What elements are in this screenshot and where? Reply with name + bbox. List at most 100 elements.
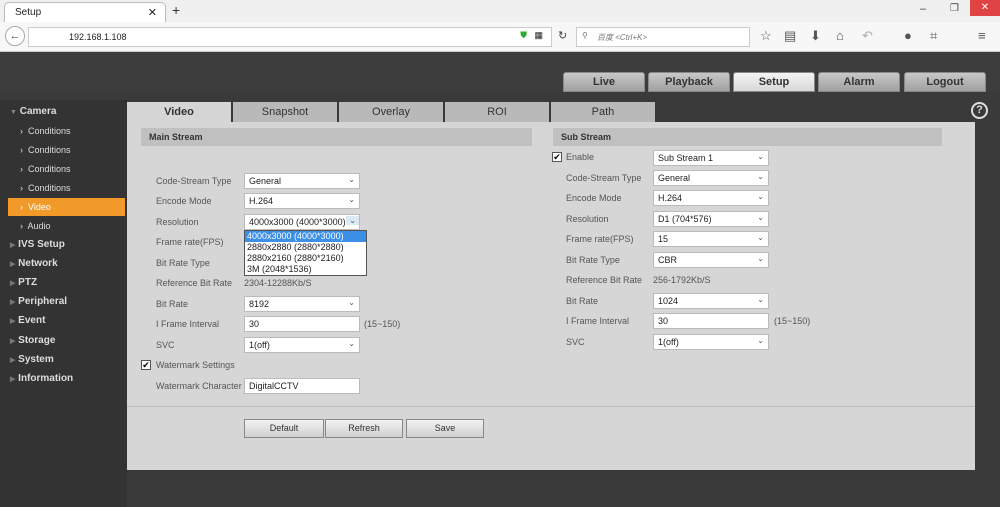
help-icon[interactable]: ? — [971, 102, 988, 119]
sub-encode-mode-select[interactable]: H.264 ⌄ — [653, 190, 769, 206]
default-button[interactable]: Default — [244, 419, 324, 438]
label-frame-rate: Frame rate(FPS) — [566, 234, 634, 244]
nav-alarm[interactable]: Alarm — [818, 72, 900, 92]
sidebar-ivs-setup[interactable]: ▶ IVS Setup — [10, 236, 125, 254]
label-watermark-settings: Watermark Settings — [156, 360, 235, 370]
sub-stream-select[interactable]: Sub Stream 1 ⌄ — [653, 150, 769, 166]
watermark-checkbox[interactable]: ✔ — [141, 360, 151, 370]
dropdown-option[interactable]: 3M (2048*1536) — [245, 264, 366, 275]
enable-checkbox[interactable]: ✔ — [552, 152, 562, 162]
nav-setup[interactable]: Setup — [733, 72, 815, 92]
label-bit-rate: Bit Rate — [566, 296, 599, 306]
download-icon[interactable]: ⬇ — [810, 28, 821, 44]
nav-playback[interactable]: Playback — [648, 72, 730, 92]
menu-icon[interactable]: ≡ — [978, 28, 986, 43]
select-value: CBR — [658, 255, 678, 265]
nav-logout[interactable]: Logout — [904, 72, 986, 92]
sub-stream-header: Sub Stream — [553, 128, 942, 146]
search-input[interactable]: ⚲ 百度 <Ctrl+K> — [576, 27, 750, 47]
url-input[interactable]: 192.168.1.108 ⛊ ▦ — [28, 27, 552, 47]
dropdown-option[interactable]: 4000x3000 (4000*3000) — [245, 231, 366, 242]
new-tab-button[interactable]: + — [172, 2, 180, 18]
dropdown-option[interactable]: 2880x2880 (2880*2880) — [245, 242, 366, 253]
sidebar-label: Storage — [18, 335, 56, 346]
main-iframe-interval-input[interactable]: 30 — [244, 316, 360, 332]
undo-icon[interactable]: ↶ — [862, 28, 873, 44]
sidebar-information[interactable]: ▶ Information — [10, 370, 125, 388]
main-resolution-select[interactable]: 4000x3000 (4000*3000) ⌄ — [244, 214, 360, 230]
sidebar-network[interactable]: ▶ Network — [10, 255, 125, 273]
shield-icon: ⛊ — [520, 30, 527, 40]
sidebar-camera[interactable]: ▼ Camera — [10, 103, 125, 121]
select-value: 1024 — [658, 296, 679, 306]
tab-video[interactable]: Video — [127, 102, 231, 122]
browser-tab[interactable]: Setup ✕ — [4, 2, 166, 22]
input-value: 30 — [658, 316, 669, 326]
restore-icon[interactable]: ❐ — [950, 3, 959, 14]
select-value: D1 (704*576) — [658, 214, 712, 224]
sub-iframe-range: (15~150) — [774, 316, 811, 326]
address-bar: ← 192.168.1.108 ⛊ ▦ ↻ ⚲ 百度 <Ctrl+K> — [0, 22, 1000, 52]
refresh-button[interactable]: Refresh — [325, 419, 403, 438]
main-svc-select[interactable]: 1(off) ⌄ — [244, 337, 360, 353]
bookmark-star-icon[interactable]: ☆ — [760, 28, 772, 44]
main-code-stream-type-select[interactable]: General ⌄ — [244, 173, 360, 189]
save-button[interactable]: Save — [406, 419, 484, 438]
back-icon[interactable]: ← — [5, 26, 25, 46]
tab-overlay[interactable]: Overlay — [339, 102, 443, 122]
sidebar-item-conditions[interactable]: › Conditions — [8, 179, 125, 197]
label-svc: SVC — [566, 337, 585, 347]
select-value: 15 — [658, 234, 669, 244]
sidebar-label: System — [18, 354, 54, 365]
label-encode-mode: Encode Mode — [156, 196, 212, 206]
sidebar-item-conditions[interactable]: › Conditions — [8, 160, 125, 178]
tab-title: Setup — [15, 7, 42, 18]
qr-icon[interactable]: ▦ — [534, 30, 543, 41]
select-value: General — [249, 176, 282, 186]
label-iframe-interval: I Frame Interval — [156, 319, 220, 329]
tab-snapshot[interactable]: Snapshot — [233, 102, 337, 122]
sidebar-item-audio[interactable]: › Audio — [8, 217, 125, 235]
sidebar-event[interactable]: ▶ Event — [10, 312, 125, 330]
close-window-icon[interactable]: ✕ — [970, 0, 1000, 16]
sidebar-ptz[interactable]: ▶ PTZ — [10, 274, 125, 292]
sidebar-item-video[interactable]: › Video — [8, 198, 125, 216]
crop-icon[interactable]: ⌗ — [930, 28, 937, 44]
close-tab-icon[interactable]: ✕ — [148, 6, 157, 19]
divider — [127, 406, 975, 407]
sub-code-stream-type-select[interactable]: General ⌄ — [653, 170, 769, 186]
browser-tab-bar: Setup ✕ + – ❐ ✕ — [0, 0, 1000, 22]
select-value: General — [658, 173, 691, 183]
input-value: DigitalCCTV — [249, 381, 299, 391]
tab-path[interactable]: Path — [551, 102, 655, 122]
sub-bit-rate-type-select[interactable]: CBR ⌄ — [653, 252, 769, 268]
reload-icon[interactable]: ↻ — [558, 29, 567, 42]
dropdown-option[interactable]: 2880x2160 (2880*2160) — [245, 253, 366, 264]
chat-icon[interactable]: ● — [904, 28, 912, 43]
search-icon: ⚲ — [582, 31, 588, 40]
sidebar-peripheral[interactable]: ▶ Peripheral — [10, 293, 125, 311]
sidebar-storage[interactable]: ▶ Storage — [10, 332, 125, 350]
sub-resolution-select[interactable]: D1 (704*576) ⌄ — [653, 211, 769, 227]
reading-list-icon[interactable]: ▤ — [784, 28, 796, 44]
sidebar-item-conditions[interactable]: › Conditions — [8, 141, 125, 159]
select-value: H.264 — [658, 193, 683, 203]
main-bit-rate-select[interactable]: 8192 ⌄ — [244, 296, 360, 312]
sidebar-system[interactable]: ▶ System — [10, 351, 125, 369]
sub-svc-select[interactable]: 1(off) ⌄ — [653, 334, 769, 350]
sidebar-item-conditions[interactable]: › Conditions — [8, 122, 125, 140]
home-icon[interactable]: ⌂ — [836, 28, 844, 43]
tab-roi[interactable]: ROI — [445, 102, 549, 122]
main-encode-mode-select[interactable]: H.264 ⌄ — [244, 193, 360, 209]
watermark-character-input[interactable]: DigitalCCTV — [244, 378, 360, 394]
label-iframe-interval: I Frame Interval — [566, 316, 630, 326]
label-resolution: Resolution — [566, 214, 609, 224]
sidebar-item-label: Video — [28, 202, 51, 212]
sub-iframe-interval-input[interactable]: 30 — [653, 313, 769, 329]
sidebar-item-label: Conditions — [28, 183, 71, 193]
sidebar-item-label: Conditions — [28, 164, 71, 174]
minimize-icon[interactable]: – — [920, 3, 926, 15]
sub-bit-rate-select[interactable]: 1024 ⌄ — [653, 293, 769, 309]
nav-live[interactable]: Live — [563, 72, 645, 92]
sub-frame-rate-select[interactable]: 15 ⌄ — [653, 231, 769, 247]
